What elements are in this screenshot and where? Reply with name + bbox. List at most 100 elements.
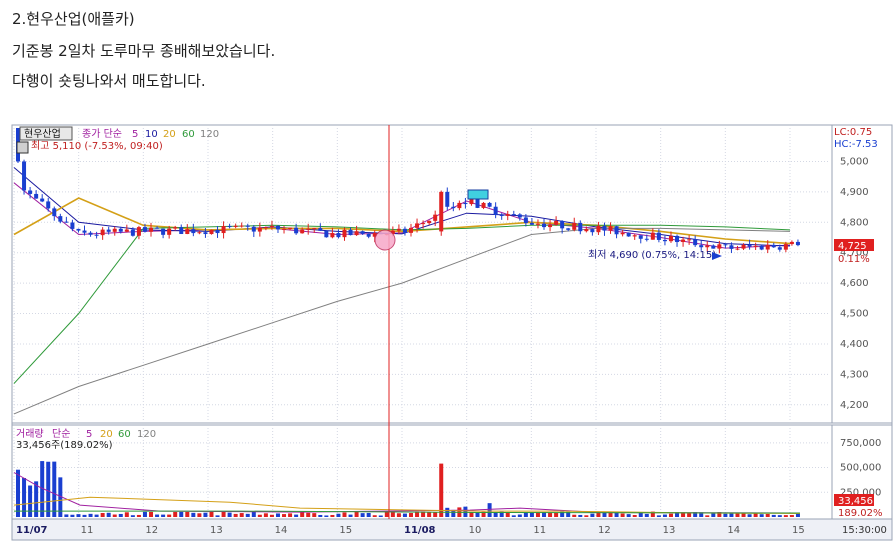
candle-body: [783, 244, 788, 250]
volume-bar: [771, 514, 776, 517]
high-annotation: 최고 5,110 (-7.53%, 09:40): [31, 140, 163, 152]
price-tick-label: 4,300: [840, 369, 869, 380]
time-tick-label: 11: [533, 525, 546, 536]
candle-body: [614, 226, 619, 235]
candle-body: [572, 222, 577, 230]
candle-body: [717, 244, 722, 249]
candle-body: [149, 227, 154, 232]
volume-bar: [439, 463, 444, 517]
volume-bar: [590, 513, 595, 517]
candle-body: [366, 233, 371, 237]
volume-bar: [396, 513, 401, 517]
candle-body: [584, 229, 589, 232]
volume-bar: [596, 512, 601, 517]
time-tick-label: 11: [81, 525, 94, 536]
volume-tick-labels: 750,000500,000250,000: [840, 438, 881, 498]
stock-chart[interactable]: 현우산업 종가 단순 5 10 20 60 120 최고 5,110 (-7.5…: [0, 0, 896, 544]
price-tick-label: 4,800: [840, 217, 869, 228]
candle-body: [475, 199, 480, 208]
volume-bar: [142, 511, 147, 517]
volume-tick-label: 500,000: [840, 463, 881, 474]
price-tick-label: 4,600: [840, 278, 869, 289]
candle-body: [46, 201, 51, 209]
volume-bar: [789, 515, 794, 517]
candle-body: [269, 225, 274, 228]
volume-bar: [155, 514, 160, 517]
candle-body: [275, 225, 280, 230]
candle-body: [239, 225, 244, 227]
candle-body: [342, 229, 347, 238]
volume-bar: [777, 515, 782, 517]
candle-body: [445, 191, 450, 207]
candle-body: [771, 244, 776, 248]
candle-body: [64, 221, 69, 223]
volume-bar: [16, 469, 20, 517]
candle-body: [88, 232, 93, 235]
grid-icon[interactable]: [16, 141, 29, 154]
candle-body: [469, 199, 474, 205]
volume-bar: [269, 514, 274, 517]
volume-bar: [402, 513, 407, 517]
time-tick-label: 11/07: [16, 525, 48, 536]
candle-body: [638, 235, 643, 239]
volume-bar: [487, 503, 492, 517]
candle-body: [602, 225, 607, 231]
candle-body: [596, 225, 601, 233]
volume-bar: [517, 514, 522, 517]
stock-name: 현우산업: [24, 127, 61, 140]
volume-bar: [548, 512, 553, 517]
ma-period-20: 20: [163, 129, 176, 140]
candle-body: [451, 206, 456, 209]
volume-bar: [765, 513, 770, 517]
volume-bar: [173, 511, 178, 517]
volume-bar: [209, 511, 214, 517]
time-tick-label: 11/08: [404, 525, 436, 536]
candle-body: [626, 232, 631, 237]
ma-period-5: 5: [132, 129, 138, 140]
volume-bar: [300, 512, 305, 517]
candle-body: [100, 229, 105, 236]
volume-bar: [112, 514, 117, 517]
candle-body: [136, 227, 141, 236]
candle-body: [427, 220, 432, 224]
candle-body: [161, 228, 166, 235]
candle-body: [608, 226, 613, 231]
time-tick-label: 15: [792, 525, 805, 536]
volume-bar: [505, 512, 510, 517]
volume-bar: [330, 514, 335, 517]
candle-body: [312, 228, 317, 230]
price-tick-label: 4,900: [840, 187, 869, 198]
volume-bar: [251, 511, 256, 517]
candle-body: [82, 230, 87, 233]
volume-bar: [275, 513, 280, 517]
volume-bar: [257, 514, 262, 517]
candle-body: [288, 227, 293, 229]
candle-body: [209, 229, 214, 235]
volume-bar: [318, 514, 323, 517]
candle-body: [106, 229, 111, 232]
candle-body: [40, 198, 45, 202]
volume-bar: [433, 512, 438, 517]
candle-body: [542, 223, 547, 228]
volume-bar: [614, 512, 619, 517]
candle-body: [711, 245, 716, 249]
volume-bar: [46, 461, 51, 517]
candle-body: [644, 238, 649, 240]
candle-body: [294, 227, 299, 234]
volume-bar: [360, 513, 365, 517]
volume-bar: [747, 514, 752, 517]
volume-bar: [705, 515, 710, 517]
volume-bar: [203, 512, 208, 517]
candle-body: [439, 191, 444, 232]
vma-period-120: 120: [137, 429, 156, 440]
candle-body: [263, 227, 268, 229]
volume-bar: [687, 512, 692, 517]
volume-bar: [100, 513, 105, 517]
candle-body: [681, 239, 686, 243]
volume-bar: [656, 515, 661, 517]
volume-bar: [711, 513, 716, 517]
volume-bar: [306, 512, 311, 517]
volume-label: 거래량: [16, 428, 44, 440]
candle-body: [233, 225, 238, 227]
price-panel: [11, 124, 833, 424]
